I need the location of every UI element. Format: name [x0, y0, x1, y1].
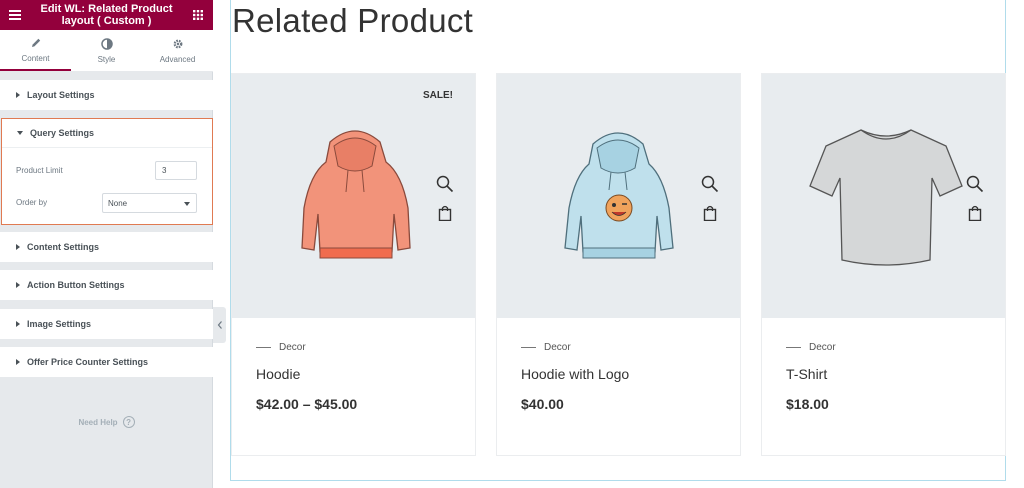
- help-icon: ?: [122, 416, 135, 428]
- section-content-settings[interactable]: Content Settings: [0, 232, 213, 262]
- product-name[interactable]: Hoodie with Logo: [521, 366, 629, 382]
- half-circle-icon: [100, 37, 113, 50]
- caret-down-icon: [17, 131, 23, 135]
- grey-tshirt-image: [809, 129, 963, 266]
- section-layout-settings[interactable]: Layout Settings: [0, 80, 213, 110]
- caret-right-icon: [16, 244, 20, 250]
- page-title: Related Product: [232, 2, 474, 39]
- editor-panel: Edit WL: Related Product layout ( Custom…: [0, 0, 213, 488]
- need-help-link[interactable]: Need Help ?: [0, 416, 213, 428]
- product-limit-label: Product Limit: [16, 166, 63, 175]
- quick-view-search-icon[interactable]: [436, 175, 454, 193]
- editor-root: Edit WL: Related Product layout ( Custom…: [0, 0, 1024, 488]
- widgets-grid-icon[interactable]: [183, 0, 213, 30]
- tab-advanced[interactable]: Advanced: [142, 30, 213, 71]
- product-price: $42.00 – $45.00: [256, 396, 358, 412]
- product-name[interactable]: Hoodie: [256, 366, 300, 382]
- product-name[interactable]: T-Shirt: [786, 366, 827, 382]
- quick-view-search-icon[interactable]: [701, 175, 719, 193]
- coral-hoodie-image: [301, 130, 411, 259]
- section-offer-price-counter-settings[interactable]: Offer Price Counter Settings: [0, 347, 213, 377]
- product-card[interactable]: SALE! Decor Hoodie $42.00 – $45.00: [231, 73, 476, 456]
- tab-advanced-label: Advanced: [159, 54, 196, 64]
- product-card[interactable]: Decor Hoodie with Logo $40.00: [496, 73, 741, 456]
- product-image[interactable]: [497, 74, 740, 318]
- query-settings-header[interactable]: Query Settings: [2, 119, 212, 148]
- menu-icon[interactable]: [0, 0, 30, 30]
- product-category: Decor: [521, 342, 571, 353]
- category-label: Decor: [279, 342, 306, 353]
- product-image[interactable]: SALE!: [232, 74, 475, 318]
- caret-right-icon: [16, 359, 20, 365]
- product-limit-input[interactable]: 3: [155, 161, 197, 180]
- section-label: Layout Settings: [27, 90, 95, 100]
- need-help-label: Need Help: [78, 417, 118, 427]
- product-category: Decor: [256, 342, 306, 353]
- section-label: Query Settings: [30, 128, 95, 138]
- caret-right-icon: [16, 92, 20, 98]
- product-price: $40.00: [521, 396, 564, 412]
- section-label: Action Button Settings: [27, 280, 125, 290]
- order-by-value: None: [108, 198, 128, 208]
- panel-collapse-handle[interactable]: [213, 307, 226, 343]
- category-label: Decor: [809, 342, 836, 353]
- tab-style-label: Style: [97, 54, 116, 64]
- product-category: Decor: [786, 342, 836, 353]
- chevron-left-icon: [217, 321, 222, 329]
- product-card[interactable]: Decor T-Shirt $18.00: [761, 73, 1006, 456]
- tab-content-label: Content: [21, 53, 50, 63]
- add-to-cart-bag-icon[interactable]: [437, 205, 453, 221]
- section-action-button-settings[interactable]: Action Button Settings: [0, 270, 213, 300]
- section-image-settings[interactable]: Image Settings: [0, 309, 213, 339]
- panel-tabs: Content Style Advanced: [0, 30, 213, 72]
- tab-style[interactable]: Style: [71, 30, 142, 71]
- caret-right-icon: [16, 282, 20, 288]
- add-to-cart-bag-icon[interactable]: [967, 205, 983, 221]
- product-price: $18.00: [786, 396, 829, 412]
- category-dash: [521, 347, 536, 348]
- product-image[interactable]: [762, 74, 1005, 318]
- category-dash: [786, 347, 801, 348]
- category-dash: [256, 347, 271, 348]
- panel-title: Edit WL: Related Product layout ( Custom…: [40, 3, 173, 27]
- section-label: Content Settings: [27, 242, 99, 252]
- pencil-icon: [31, 38, 40, 47]
- section-label: Offer Price Counter Settings: [27, 357, 149, 367]
- section-label: Image Settings: [27, 319, 92, 329]
- caret-right-icon: [16, 321, 20, 327]
- order-by-label: Order by: [16, 198, 48, 207]
- order-by-select[interactable]: None: [102, 193, 197, 213]
- quick-view-search-icon[interactable]: [966, 175, 984, 193]
- blue-hoodie-with-logo-image: [564, 132, 674, 259]
- category-label: Decor: [544, 342, 571, 353]
- sale-badge: SALE!: [423, 90, 453, 101]
- panel-header: Edit WL: Related Product layout ( Custom…: [0, 0, 213, 30]
- tab-content[interactable]: Content: [0, 30, 71, 71]
- gear-icon: [173, 39, 182, 48]
- chevron-down-icon: [184, 202, 190, 206]
- add-to-cart-bag-icon[interactable]: [702, 205, 718, 221]
